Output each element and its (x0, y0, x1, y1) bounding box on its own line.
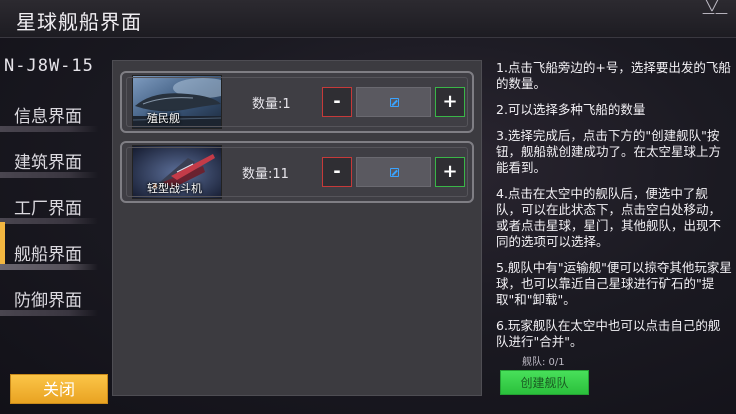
sidebar-item-label: 工厂界面 (14, 199, 82, 219)
edit-icon (390, 168, 399, 177)
create-fleet-button[interactable]: 创建舰队 (500, 370, 589, 395)
instruction-5: 5.舰队中有"运输舰"便可以掠夺其他玩家星球，也可以靠近自己星球进行矿石的"提取… (496, 260, 732, 307)
ship-row-colony: 殖民舰 数量:1 - + (120, 71, 474, 133)
instruction-2: 2.可以选择多种飞船的数量 (496, 102, 646, 117)
sidebar-item-info[interactable]: 信息界面 (0, 92, 98, 138)
nav-underline (0, 172, 98, 178)
sidebar-item-defense[interactable]: 防御界面 (0, 276, 98, 322)
ship-row-fighter: 轻型战斗机 数量:11 - + (120, 141, 474, 203)
ship-count: 数量:11 (242, 167, 289, 182)
instruction-3: 3.选择完成后，点击下方的"创建舰队"按钮，舰船就创建成功了。在太空星球上方能看… (496, 128, 722, 175)
instruction-1: 1.点击飞船旁边的+号，选择要出发的飞船的数量。 (496, 60, 731, 91)
edit-icon (390, 98, 399, 107)
increase-button[interactable]: + (435, 157, 465, 187)
chevron-down-icon[interactable]: ╲╱ —— (702, 0, 728, 22)
quantity-input[interactable] (356, 157, 431, 187)
title-bar: 星球舰船界面 ╲╱ —— (0, 0, 736, 38)
instruction-4: 4.点击在太空中的舰队后，便选中了舰队，可以在此状态下，点击空白处移动，或者点击… (496, 186, 722, 249)
nav-underline (0, 264, 98, 270)
sidebar: 信息界面 建筑界面 工厂界面 舰船界面 防御界面 (0, 92, 100, 322)
sidebar-item-factory[interactable]: 工厂界面 (0, 184, 98, 230)
sidebar-item-buildings[interactable]: 建筑界面 (0, 138, 98, 184)
ship-list-panel: 殖民舰 数量:1 - + 轻型战斗机 数量:11 - + (112, 60, 482, 396)
nav-underline (0, 126, 98, 132)
fighter-image: 轻型战斗机 (132, 145, 222, 199)
ship-count: 数量:1 (252, 97, 291, 112)
sidebar-item-ships[interactable]: 舰船界面 (0, 222, 98, 276)
instructions-text: 1.点击飞船旁边的+号，选择要出发的飞船的数量。 2.可以选择多种飞船的数量 3… (496, 60, 732, 360)
fleet-status: 舰队: 0/1 (522, 357, 565, 368)
ship-name: 轻型战斗机 (147, 182, 202, 195)
instruction-6: 6.玩家舰队在太空中也可以点击自己的舰队进行"合并"。 (496, 318, 721, 349)
colony-ship-image: 殖民舰 (132, 75, 222, 129)
decrease-button[interactable]: - (322, 87, 352, 117)
sector-code: N-J8W-15 (4, 56, 94, 76)
sidebar-item-label: 建筑界面 (14, 153, 82, 173)
page-title: 星球舰船界面 (16, 10, 142, 34)
nav-underline (0, 310, 98, 316)
decrease-button[interactable]: - (322, 157, 352, 187)
nav-underline (0, 218, 98, 224)
sidebar-item-label: 信息界面 (14, 107, 82, 127)
quantity-input[interactable] (356, 87, 431, 117)
sidebar-item-label: 舰船界面 (14, 245, 82, 265)
ship-name: 殖民舰 (147, 112, 180, 125)
sidebar-item-label: 防御界面 (14, 291, 82, 311)
close-button[interactable]: 关闭 (10, 374, 108, 404)
increase-button[interactable]: + (435, 87, 465, 117)
